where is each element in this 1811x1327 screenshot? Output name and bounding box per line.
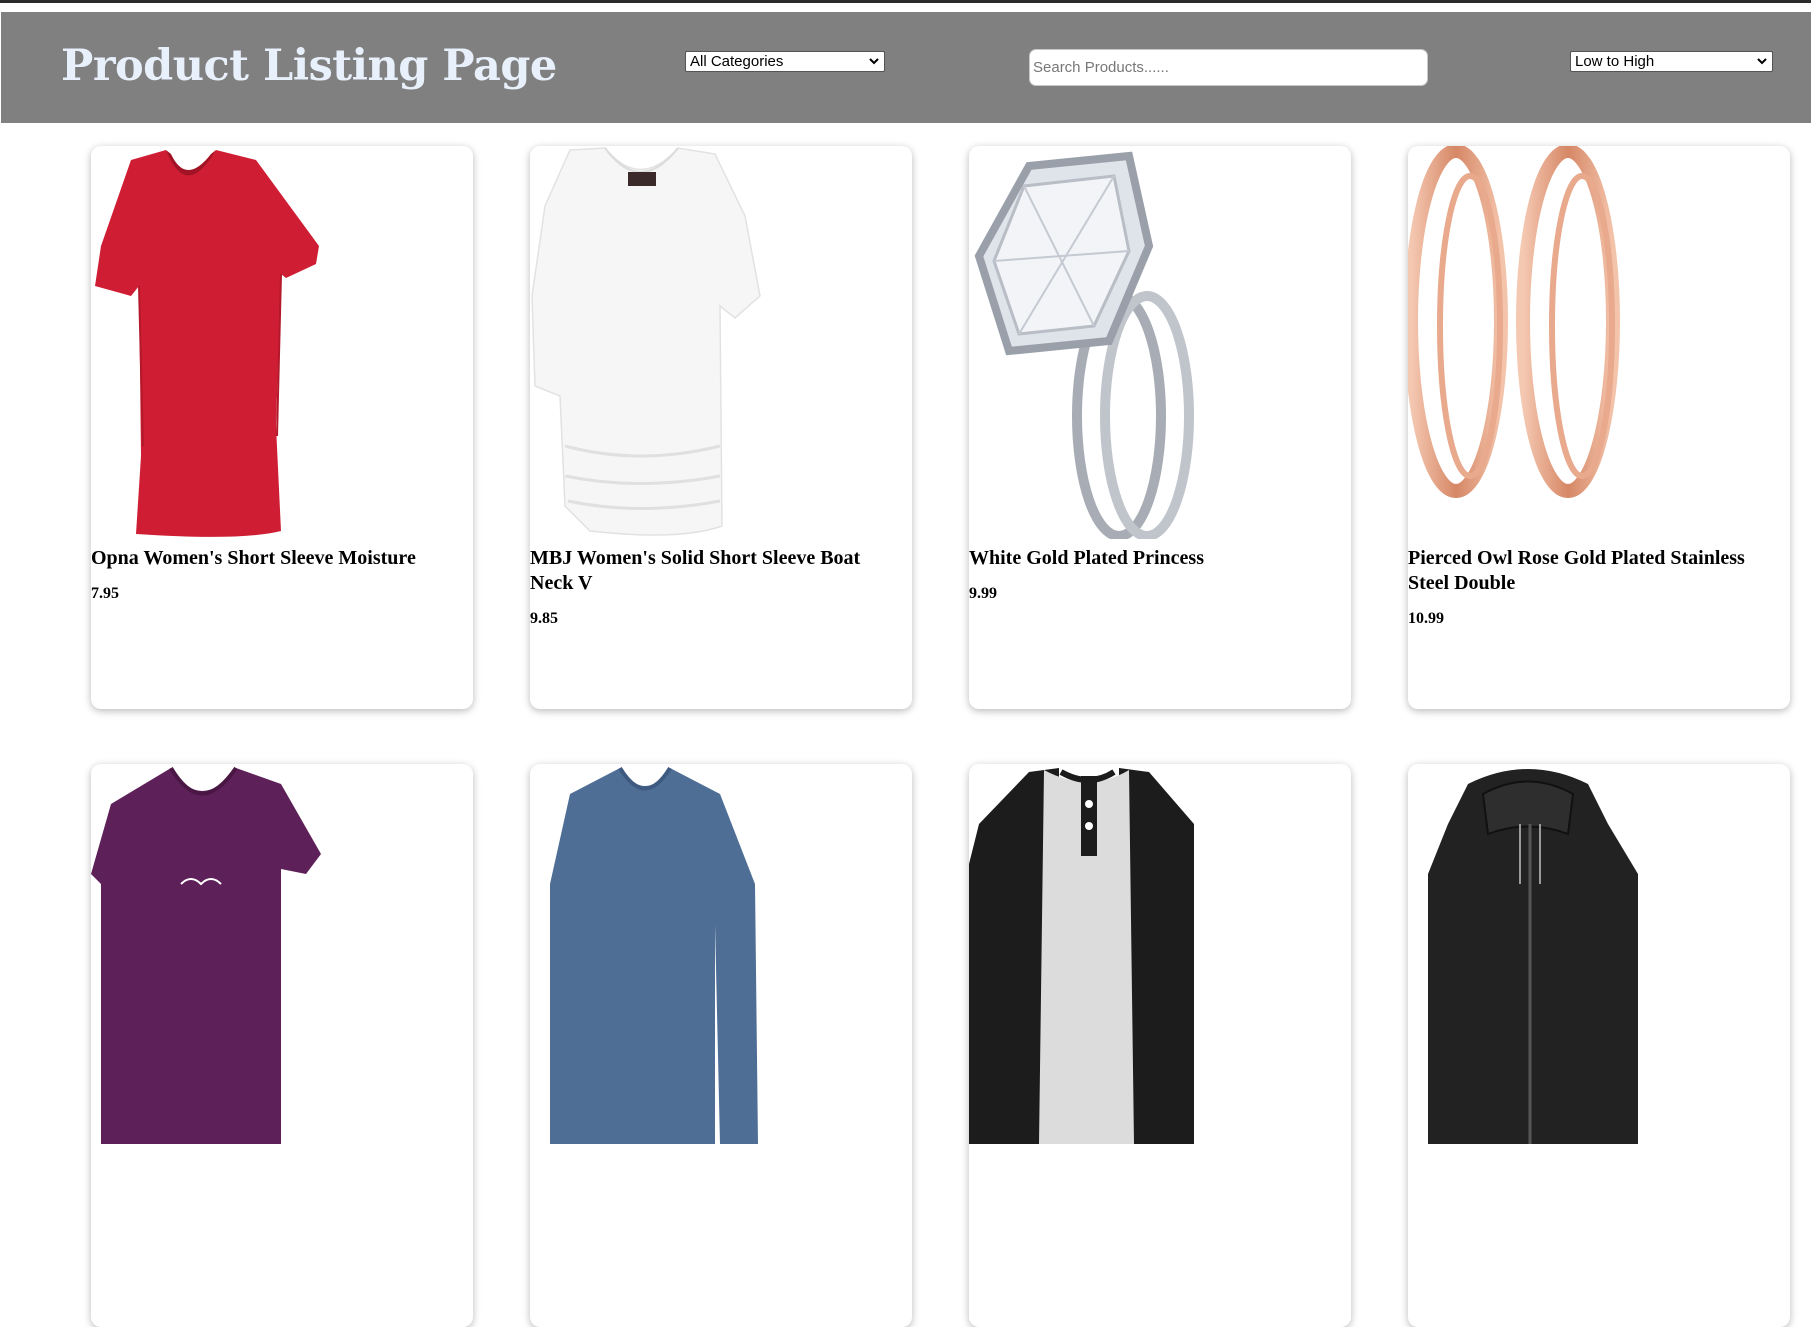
category-select-value: All Categories (690, 53, 784, 70)
product-image-white-tunic (530, 146, 912, 539)
product-price: 10.99 (1408, 610, 1444, 627)
chevron-down-icon (869, 58, 879, 65)
category-select[interactable]: All Categories (685, 51, 885, 72)
search-input[interactable] (1029, 49, 1428, 86)
top-border (0, 0, 1811, 3)
page-title: Product Listing Page (61, 41, 557, 91)
product-image-diamond-ring (969, 146, 1351, 539)
product-name: MBJ Women's Solid Short Sleeve Boat Neck… (530, 547, 861, 594)
sort-select[interactable]: Low to High (1570, 51, 1773, 72)
product-card[interactable]: MBJ Women's Solid Short Sleeve Boat Neck… (530, 146, 912, 709)
product-image-purple-shirt (91, 764, 473, 1157)
product-image-rose-gold-plugs (1408, 146, 1790, 539)
product-card[interactable] (1408, 764, 1790, 1327)
product-price: 9.85 (530, 610, 558, 627)
product-card[interactable]: Opna Women's Short Sleeve Moisture 7.95 (91, 146, 473, 709)
product-price: 7.95 (91, 585, 119, 602)
product-card[interactable] (530, 764, 912, 1327)
product-image-red-shirt (91, 146, 473, 539)
product-name: Opna Women's Short Sleeve Moisture (91, 547, 416, 569)
product-card[interactable] (969, 764, 1351, 1327)
product-image-black-jacket (1408, 764, 1790, 1157)
product-name: White Gold Plated Princess (969, 547, 1204, 569)
product-card[interactable]: Pierced Owl Rose Gold Plated Stainless S… (1408, 146, 1790, 709)
product-card[interactable]: White Gold Plated Princess 9.99 (969, 146, 1351, 709)
product-price: 9.99 (969, 585, 997, 602)
product-image-blue-longsleeve (530, 764, 912, 1157)
product-name: Pierced Owl Rose Gold Plated Stainless S… (1408, 547, 1745, 594)
chevron-down-icon (1757, 58, 1767, 65)
sort-select-value: Low to High (1575, 53, 1655, 70)
product-card[interactable] (91, 764, 473, 1327)
product-grid: Opna Women's Short Sleeve Moisture 7.95 … (91, 146, 1793, 1327)
product-image-henley-shirt (969, 764, 1351, 1157)
